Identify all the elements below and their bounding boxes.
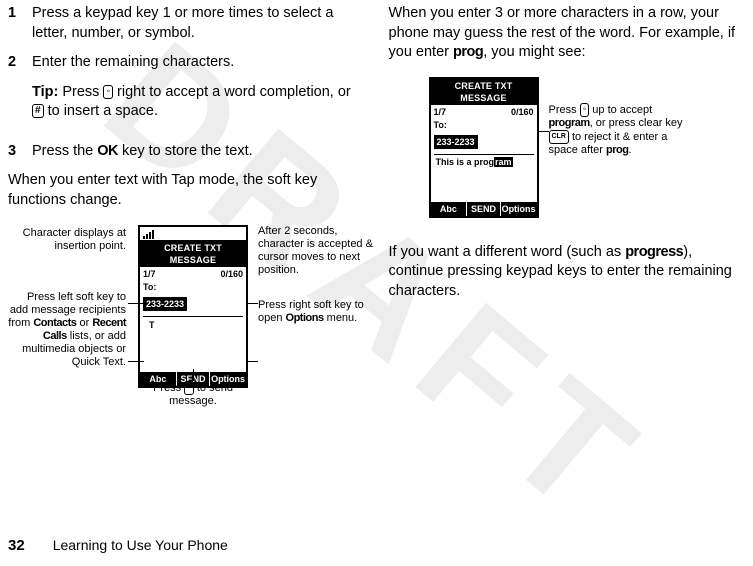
phone-recipient: 233-2233: [143, 297, 187, 311]
phone-recipient: 233-2233: [434, 135, 478, 149]
phone-text-area: T: [143, 316, 243, 372]
callout-send: Press ◦ to send message.: [138, 381, 248, 408]
step-body: Enter the remaining characters. Tip: Pre…: [32, 53, 365, 132]
callout-leftsoft: Press left soft key to add message recip…: [8, 291, 126, 370]
callout-after2s: After 2 seconds, character is accepted &…: [258, 225, 378, 278]
tip-suffix: to insert a space.: [44, 103, 158, 119]
phone-softkeys: Abc SEND Options: [431, 202, 537, 216]
softkey-left: Abc: [431, 202, 468, 216]
soft-key-paragraph: When you enter text with Tap mode, the s…: [8, 171, 365, 210]
program-kw: program: [549, 117, 590, 129]
callout-rightsoft: Press right soft key to open Options men…: [258, 299, 373, 325]
footer-title: Learning to Use Your Phone: [53, 537, 228, 553]
nav-key-icon: ◦: [184, 381, 194, 395]
step-number: 2: [8, 53, 32, 132]
leader-line: [248, 361, 258, 362]
phone-counter-row: 1/7 0/160: [431, 105, 537, 119]
callout-text: lists, or add multimedia objects or Quic…: [22, 330, 126, 368]
phone-title: CREATE TXT MESSAGE: [140, 241, 246, 267]
leader-line: [128, 303, 144, 304]
step-3: 3 Press the OK key to store the text.: [8, 142, 365, 162]
options-kw: Options: [286, 312, 324, 324]
intro-paragraph: When you enter 3 or more characters in a…: [389, 4, 746, 63]
tip-mid: right to accept a word completion, or: [113, 84, 351, 100]
phone-text-area: This is a program: [434, 154, 534, 202]
phone-status-bar: [140, 227, 246, 241]
prog-kw: prog: [606, 144, 628, 156]
page-number: 32: [8, 537, 25, 554]
step-body: Press a keypad key 1 or more times to se…: [32, 4, 365, 43]
step3-prefix: Press the: [32, 143, 97, 159]
predict-prefix: This is a prog: [436, 157, 495, 167]
phone-charcount: 0/160: [511, 106, 534, 118]
leader-line: [193, 369, 194, 381]
diagram-2: CREATE TXT MESSAGE 1/7 0/160 To: 233-223…: [389, 73, 746, 243]
phone-page: 1/7: [434, 106, 447, 118]
outro-paragraph: If you want a different word (such as pr…: [389, 243, 746, 302]
callout-character: Character displays at insertion point.: [16, 227, 126, 253]
phone-charcount: 0/160: [220, 268, 243, 280]
step-2-text: Enter the remaining characters.: [32, 54, 234, 70]
callout-text: or: [76, 317, 92, 329]
phone-screen: CREATE TXT MESSAGE 1/7 0/160 To: 233-223…: [138, 225, 248, 388]
callout-text: .: [628, 144, 631, 156]
phone-entered-char: T: [149, 319, 155, 331]
callout-text: Press: [549, 104, 580, 116]
phone-to-label: To:: [431, 119, 537, 132]
contacts-kw: Contacts: [33, 317, 76, 329]
right-column: When you enter 3 or more characters in a…: [389, 4, 746, 461]
step-number: 3: [8, 142, 32, 162]
progress-kw: progress: [625, 244, 683, 260]
step-2: 2 Enter the remaining characters. Tip: P…: [8, 53, 365, 132]
intro-text: , you might see:: [483, 44, 585, 60]
step3-suffix: key to store the text.: [118, 143, 253, 159]
step-number: 1: [8, 4, 32, 43]
callout-text: menu.: [324, 312, 358, 324]
nav-key-icon: ◦: [103, 85, 113, 99]
outro-text: If you want a different word (such as: [389, 244, 626, 260]
signal-icon: [143, 229, 161, 239]
prog-kw: prog: [453, 44, 483, 60]
page-footer: 32 Learning to Use Your Phone: [0, 537, 228, 554]
callout-text: Press: [153, 381, 184, 393]
phone-page: 1/7: [143, 268, 156, 280]
phone-to-label: To:: [140, 281, 246, 294]
callout-text: , or press clear key: [590, 117, 683, 129]
leader-line: [248, 303, 258, 304]
hash-key-icon: #: [32, 104, 44, 118]
phone-screen: CREATE TXT MESSAGE 1/7 0/160 To: 233-223…: [429, 77, 539, 218]
leader-line: [539, 131, 549, 132]
callout-predict: Press ◦ up to accept program, or press c…: [549, 103, 699, 158]
tip-label: Tip:: [32, 84, 58, 100]
ok-key-label: OK: [97, 143, 118, 159]
step-1: 1 Press a keypad key 1 or more times to …: [8, 4, 365, 43]
tip-prefix: Press: [58, 84, 103, 100]
softkey-right: Options: [501, 202, 537, 216]
nav-key-icon: ◦: [580, 103, 590, 117]
phone-counter-row: 1/7 0/160: [140, 267, 246, 281]
phone-title: CREATE TXT MESSAGE: [431, 79, 537, 105]
leader-line: [128, 361, 144, 362]
softkey-mid: SEND: [467, 202, 500, 216]
callout-text: up to accept: [589, 104, 652, 116]
diagram-1: CREATE TXT MESSAGE 1/7 0/160 To: 233-223…: [8, 221, 365, 461]
clr-key-icon: CLR: [549, 130, 569, 144]
step-body: Press the OK key to store the text.: [32, 142, 365, 162]
left-column: 1 Press a keypad key 1 or more times to …: [8, 4, 365, 461]
predict-suffix: ram: [494, 157, 513, 167]
